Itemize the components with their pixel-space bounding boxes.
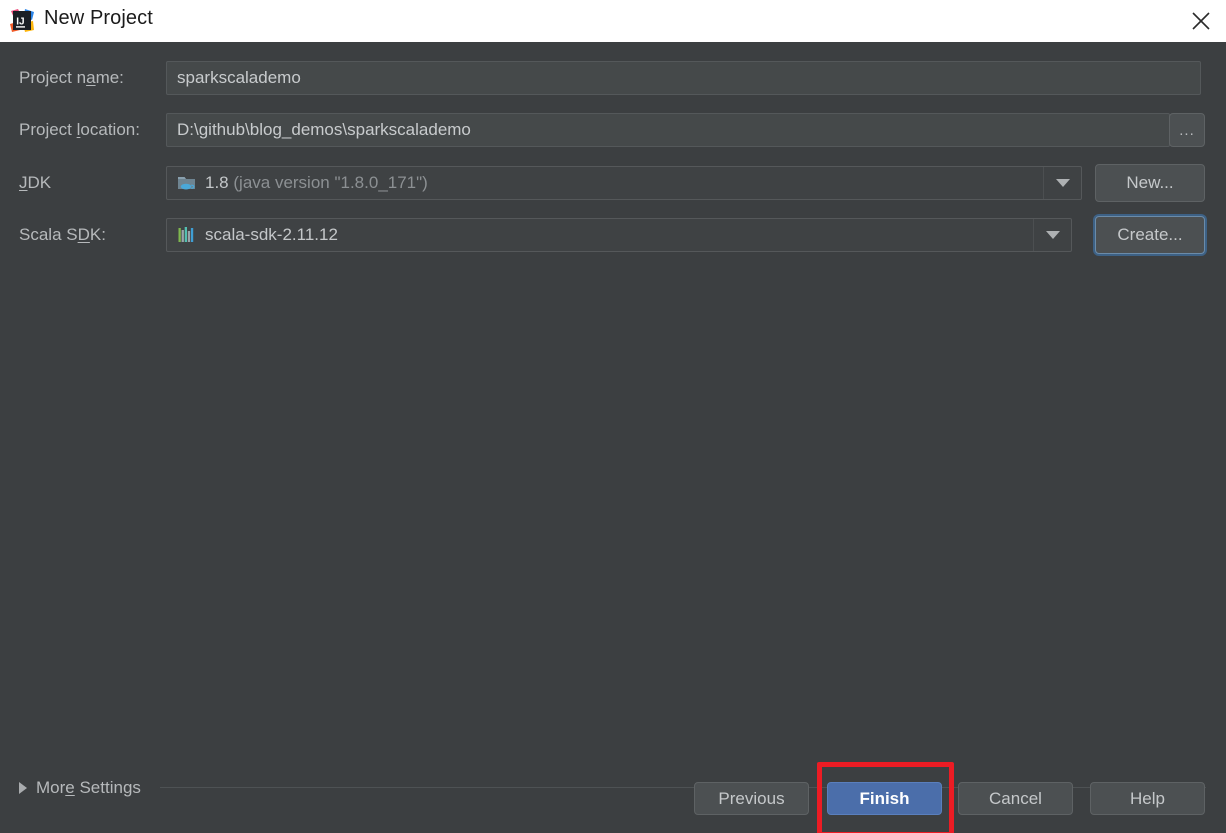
jdk-combobox[interactable]: 1.8 (java version "1.8.0_171") bbox=[166, 166, 1082, 200]
field-row-scala-sdk: Scala SDK: scala-sdk-2.11.12 Create... bbox=[0, 216, 1226, 254]
field-row-project-location: Project location: ... bbox=[0, 113, 1226, 147]
new-project-dialog: IJ New Project Project name: Project loc… bbox=[0, 0, 1226, 833]
scala-sdk-dropdown-arrow-icon[interactable] bbox=[1033, 219, 1071, 251]
finish-button[interactable]: Finish bbox=[827, 782, 942, 815]
close-icon bbox=[1192, 12, 1210, 30]
svg-text:IJ: IJ bbox=[16, 17, 24, 28]
jdk-dropdown-arrow-icon[interactable] bbox=[1043, 167, 1081, 199]
new-jdk-button[interactable]: New... bbox=[1095, 164, 1205, 202]
browse-location-button[interactable]: ... bbox=[1169, 113, 1205, 147]
titlebar: IJ New Project bbox=[0, 0, 1226, 42]
project-name-label: Project name: bbox=[19, 68, 124, 87]
help-button[interactable]: Help bbox=[1090, 782, 1205, 815]
jdk-folder-icon bbox=[177, 173, 197, 193]
previous-button[interactable]: Previous bbox=[694, 782, 809, 815]
close-button[interactable] bbox=[1176, 0, 1226, 42]
project-name-input[interactable] bbox=[166, 61, 1201, 95]
more-settings-toggle[interactable]: More Settings bbox=[19, 777, 141, 799]
field-row-project-name: Project name: bbox=[0, 61, 1226, 95]
scala-sdk-label: Scala SDK: bbox=[19, 225, 106, 244]
dialog-body: Project name: Project location: ... JDK bbox=[0, 42, 1226, 833]
window-title: New Project bbox=[44, 7, 153, 29]
jdk-value: 1.8 (java version "1.8.0_171") bbox=[205, 173, 428, 192]
project-location-input[interactable] bbox=[166, 113, 1170, 147]
intellij-idea-logo-icon: IJ bbox=[9, 8, 35, 34]
scala-sdk-value: scala-sdk-2.11.12 bbox=[205, 225, 338, 244]
scala-sdk-combobox[interactable]: scala-sdk-2.11.12 bbox=[166, 218, 1072, 252]
create-scala-sdk-button[interactable]: Create... bbox=[1095, 216, 1205, 254]
cancel-button[interactable]: Cancel bbox=[958, 782, 1073, 815]
project-location-label: Project location: bbox=[19, 120, 140, 139]
chevron-right-icon bbox=[19, 782, 27, 794]
scala-sdk-icon bbox=[177, 225, 197, 245]
field-row-jdk: JDK 1.8 (java version "1.8.0_171") New..… bbox=[0, 164, 1226, 202]
jdk-label: JDK bbox=[19, 173, 52, 192]
more-settings-label: More Settings bbox=[36, 778, 141, 797]
